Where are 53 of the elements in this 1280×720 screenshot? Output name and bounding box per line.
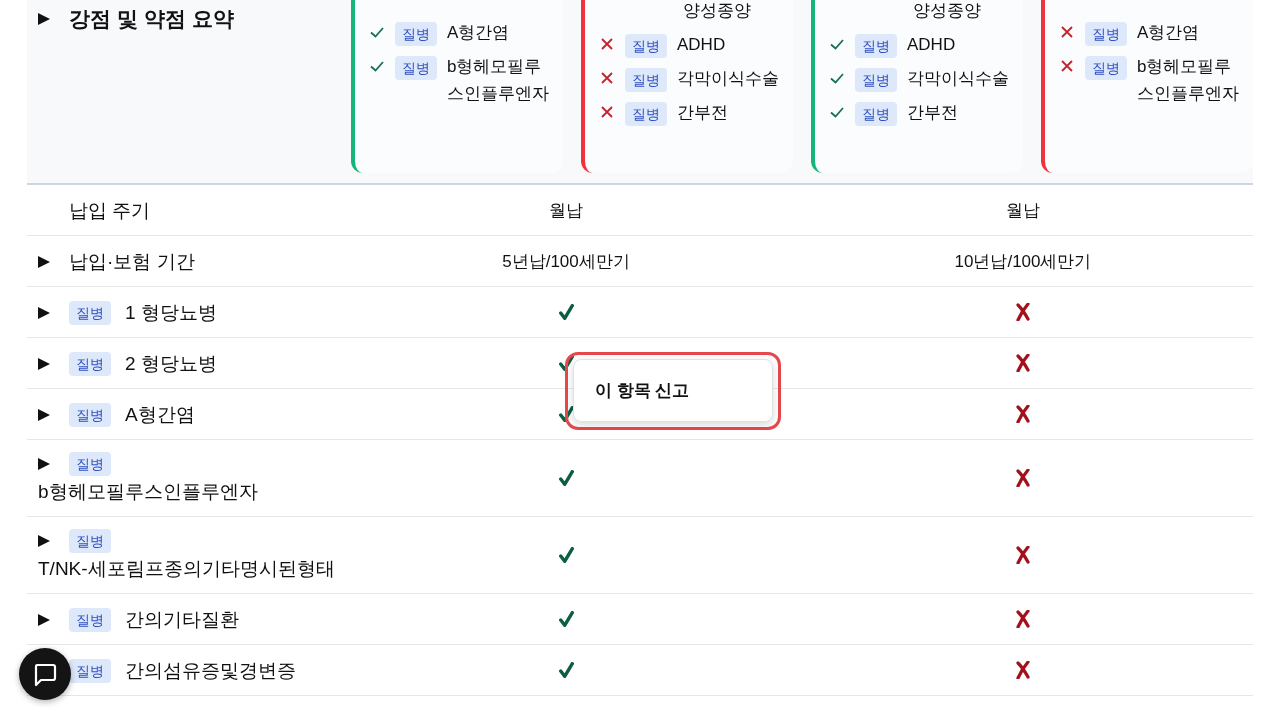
section-title: 강점 및 약점 요약 — [69, 6, 234, 32]
row-label: 납입 주기 — [69, 199, 151, 223]
table-cell-text: 월납 — [549, 199, 583, 222]
category-tag: 질병 — [69, 659, 111, 683]
caret-icon[interactable] — [38, 409, 50, 421]
caret-icon[interactable] — [38, 535, 50, 547]
category-tag: 질병 — [69, 301, 111, 325]
table-cell-text: 5년납/100세만기 — [502, 250, 630, 273]
item-text: A형간염 — [447, 22, 511, 44]
item-text: b형헤모필루스인플루엔자 — [447, 56, 550, 105]
row-label: A형간염 — [125, 403, 195, 427]
category-tag: 질병 — [69, 452, 111, 476]
item-text: b형헤모필루스인플루엔자 — [1137, 56, 1240, 105]
category-tag: 질병 — [69, 608, 111, 632]
item-text: 간부전 — [907, 102, 959, 124]
item-text: 양성종양 — [683, 0, 752, 22]
row-label: b형헤모필루스인플루엔자 — [38, 480, 258, 504]
category-tag: 질병 — [625, 68, 667, 92]
table-cell-text: 10년납/100세만기 — [954, 250, 1092, 273]
caret-icon[interactable] — [38, 256, 50, 268]
item-text: A형간염 — [1137, 22, 1201, 44]
category-tag: 질병 — [69, 403, 111, 427]
item-text: ADHD — [907, 34, 957, 56]
table-cell-text: 월납 — [1006, 199, 1040, 222]
caret-icon[interactable] — [38, 358, 50, 370]
category-tag: 질병 — [855, 68, 897, 92]
report-menu-item[interactable]: 이 항목 신고 — [573, 359, 773, 422]
category-tag: 질병 — [69, 529, 111, 553]
category-tag: 질병 — [69, 352, 111, 376]
item-text: 각막이식수술 — [907, 68, 1010, 90]
row-label: 납입·보험 기간 — [69, 250, 195, 274]
chat-button[interactable] — [19, 648, 71, 700]
item-text: ADHD — [677, 34, 727, 56]
category-tag: 질병 — [625, 34, 667, 58]
category-tag: 질병 — [625, 102, 667, 126]
caret-icon[interactable] — [38, 307, 50, 319]
row-label: 2 형당뇨병 — [125, 352, 217, 376]
item-text: 간부전 — [677, 102, 729, 124]
category-tag: 질병 — [855, 34, 897, 58]
caret-icon[interactable] — [38, 458, 50, 470]
row-label: 1 형당뇨병 — [125, 301, 217, 325]
item-text: 각막이식수술 — [677, 68, 780, 90]
row-label: 간의기타질환 — [125, 608, 239, 632]
row-label: T/NK-세포림프종의기타명시된형태 — [38, 557, 335, 581]
category-tag: 질병 — [395, 22, 437, 46]
category-tag: 질병 — [1085, 22, 1127, 46]
row-label: 간의섬유증및경변증 — [125, 659, 296, 683]
category-tag: 질병 — [1085, 56, 1127, 80]
category-tag: 질병 — [855, 102, 897, 126]
caret-icon[interactable] — [38, 13, 50, 25]
caret-icon[interactable] — [38, 614, 50, 626]
category-tag: 질병 — [395, 56, 437, 80]
item-text: 양성종양 — [913, 0, 982, 22]
